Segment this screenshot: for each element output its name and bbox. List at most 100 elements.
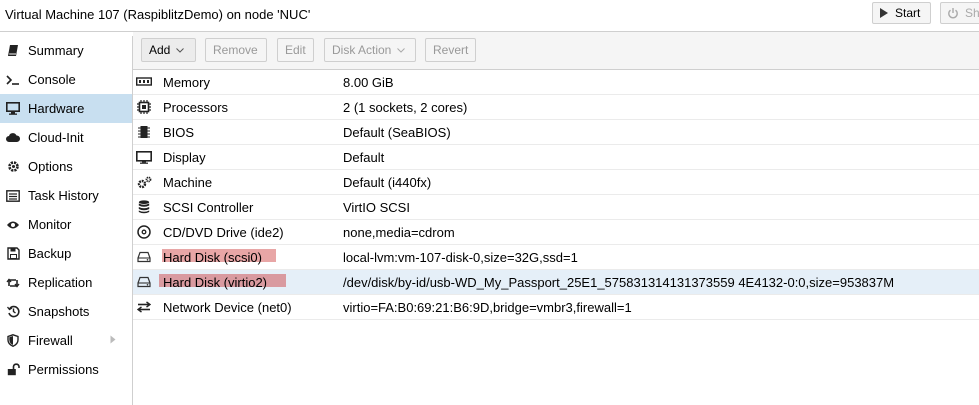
sidebar-item-task-history[interactable]: Task History	[0, 181, 132, 210]
sidebar: Summary Console Hardware Cloud-Init Opti…	[0, 36, 133, 405]
hardware-name: Processors	[163, 100, 229, 115]
sidebar-item-label: Firewall	[28, 333, 73, 348]
table-row-scsi-controller[interactable]: SCSI Controller VirtIO SCSI	[133, 195, 979, 220]
hardware-name: Hard Disk (virtio2)	[163, 275, 268, 290]
vm-header: Virtual Machine 107 (RaspiblitzDemo) on …	[0, 0, 979, 32]
hardware-name: SCSI Controller	[163, 200, 254, 215]
shield-icon	[6, 334, 20, 348]
hardware-name: Display	[163, 150, 206, 165]
hardware-name: Machine	[163, 175, 213, 190]
hardware-value: Default (i440fx)	[343, 175, 432, 190]
table-row-machine[interactable]: Machine Default (i440fx)	[133, 170, 979, 195]
hardware-name: Memory	[163, 75, 210, 90]
disk-action-button-label: Disk Action	[332, 43, 392, 57]
hardware-name: BIOS	[163, 125, 195, 140]
hardware-value: 2 (1 sockets, 2 cores)	[343, 100, 468, 115]
sidebar-item-monitor[interactable]: Monitor	[0, 210, 132, 239]
table-row-memory[interactable]: Memory 8.00 GiB	[133, 70, 979, 95]
table-row-bios[interactable]: BIOS Default (SeaBIOS)	[133, 120, 979, 145]
hdd-icon	[136, 275, 152, 289]
table-row-hard-disk-virtio2[interactable]: Hard Disk (virtio2) /dev/disk/by-id/usb-…	[133, 270, 979, 295]
shutdown-button[interactable]: Sh	[940, 2, 979, 24]
exchange-icon	[136, 300, 152, 314]
power-icon	[947, 7, 959, 19]
sidebar-item-options[interactable]: Options	[0, 152, 132, 181]
sidebar-item-label: Summary	[28, 43, 84, 58]
retweet-icon	[6, 276, 20, 290]
hardware-value: Default (SeaBIOS)	[343, 125, 451, 140]
memory-icon	[136, 75, 152, 89]
edit-button-label: Edit	[285, 43, 306, 57]
sidebar-item-label: Task History	[28, 188, 99, 203]
add-button-label: Add	[149, 43, 171, 57]
sidebar-item-console[interactable]: Console	[0, 65, 132, 94]
list-icon	[6, 189, 20, 203]
table-row-cdrom[interactable]: CD/DVD Drive (ide2) none,media=cdrom	[133, 220, 979, 245]
database-icon	[136, 200, 152, 214]
hardware-value: none,media=cdrom	[343, 225, 455, 240]
hardware-value: /dev/disk/by-id/usb-WD_My_Passport_25E1_…	[343, 275, 895, 290]
sidebar-item-label: Console	[28, 72, 76, 87]
sidebar-item-label: Replication	[28, 275, 93, 290]
cdrom-icon	[136, 225, 152, 239]
hardware-value: 8.00 GiB	[343, 75, 394, 90]
play-icon	[879, 7, 889, 19]
desktop-icon	[6, 102, 20, 116]
chevron-down-icon	[397, 47, 406, 53]
start-button-label: Start	[895, 6, 921, 20]
sidebar-item-snapshots[interactable]: Snapshots	[0, 297, 132, 326]
hardware-name: Network Device (net0)	[163, 300, 292, 315]
chevron-down-icon	[176, 47, 185, 53]
sidebar-item-label: Hardware	[28, 101, 85, 116]
hardware-value: virtio=FA:B0:69:21:B6:9D,bridge=vmbr3,fi…	[343, 300, 632, 315]
eye-icon	[6, 218, 20, 232]
display-icon	[136, 150, 152, 164]
shutdown-button-label: Sh	[965, 6, 979, 20]
hardware-value: VirtIO SCSI	[343, 200, 410, 215]
sidebar-item-label: Options	[28, 159, 73, 174]
sidebar-item-backup[interactable]: Backup	[0, 239, 132, 268]
cpu-icon	[136, 100, 152, 114]
unlock-icon	[6, 363, 20, 377]
sidebar-item-label: Monitor	[28, 217, 72, 232]
edit-button[interactable]: Edit	[277, 38, 314, 62]
add-button[interactable]: Add	[141, 38, 196, 62]
sidebar-item-firewall[interactable]: Firewall	[0, 326, 132, 355]
hardware-name: Hard Disk (scsi0)	[163, 250, 262, 265]
remove-button[interactable]: Remove	[205, 38, 267, 62]
table-row-network-device[interactable]: Network Device (net0) virtio=FA:B0:69:21…	[133, 295, 979, 320]
terminal-icon	[6, 73, 20, 87]
hardware-value: local-lvm:vm-107-disk-0,size=32G,ssd=1	[343, 250, 578, 265]
table-row-hard-disk-scsi0[interactable]: Hard Disk (scsi0) local-lvm:vm-107-disk-…	[133, 245, 979, 270]
hardware-panel: Add Remove Edit Disk Action Revert Memor…	[133, 32, 979, 405]
sidebar-item-label: Snapshots	[28, 304, 90, 319]
sidebar-item-replication[interactable]: Replication	[0, 268, 132, 297]
history-icon	[6, 305, 20, 319]
revert-button[interactable]: Revert	[425, 38, 476, 62]
sidebar-item-cloud-init[interactable]: Cloud-Init	[0, 123, 132, 152]
hdd-icon	[136, 250, 152, 264]
book-icon	[6, 44, 20, 58]
sidebar-item-label: Permissions	[28, 362, 99, 377]
start-button[interactable]: Start	[872, 2, 931, 24]
cloud-icon	[6, 131, 20, 145]
hardware-table: Memory 8.00 GiB Processors 2 (1 sockets,…	[133, 70, 979, 320]
remove-button-label: Remove	[213, 43, 258, 57]
toolbar: Add Remove Edit Disk Action Revert	[133, 32, 979, 70]
vm-title: Virtual Machine 107 (RaspiblitzDemo) on …	[5, 7, 311, 22]
sidebar-item-permissions[interactable]: Permissions	[0, 355, 132, 384]
cogs-icon	[136, 175, 152, 189]
microchip-icon	[136, 125, 152, 139]
hardware-name: CD/DVD Drive (ide2)	[163, 225, 284, 240]
revert-button-label: Revert	[433, 43, 469, 57]
table-row-display[interactable]: Display Default	[133, 145, 979, 170]
sidebar-item-label: Cloud-Init	[28, 130, 84, 145]
expand-arrow-icon[interactable]	[110, 335, 116, 344]
floppy-icon	[6, 247, 20, 261]
sidebar-item-hardware[interactable]: Hardware	[0, 94, 132, 123]
sidebar-item-summary[interactable]: Summary	[0, 36, 132, 65]
table-row-processors[interactable]: Processors 2 (1 sockets, 2 cores)	[133, 95, 979, 120]
sidebar-item-label: Backup	[28, 246, 72, 261]
disk-action-button[interactable]: Disk Action	[324, 38, 416, 62]
hardware-value: Default	[343, 150, 385, 165]
